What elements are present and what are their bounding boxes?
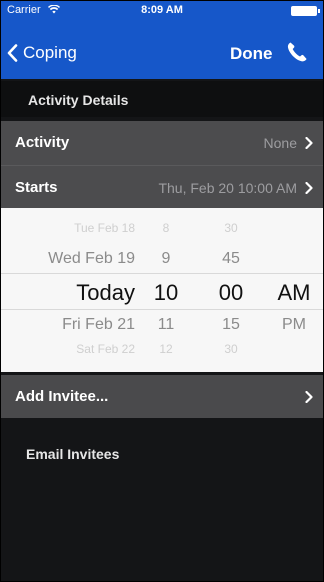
add-invitee-label: Add Invitee... [15, 388, 109, 405]
starts-label: Starts [15, 179, 58, 196]
done-button[interactable]: Done [230, 44, 273, 64]
email-invitees-title: Email Invitees [26, 446, 120, 462]
app-screen: Carrier 8:09 AM Coping Done Activity Det… [0, 0, 324, 582]
activity-label: Activity [15, 134, 70, 151]
picker-minute[interactable]: 30 [211, 342, 251, 356]
picker-minute[interactable]: 30 [211, 221, 251, 235]
picker-hour[interactable]: 11 [146, 316, 186, 334]
picker-minute[interactable]: 00 [211, 280, 251, 306]
battery-icon [291, 6, 320, 16]
status-bar: Carrier 8:09 AM [1, 1, 323, 21]
phone-icon[interactable] [285, 40, 309, 64]
chevron-right-icon [305, 137, 313, 149]
date-time-picker[interactable]: Tue Feb 18 8 30 Wed Feb 19 9 45 Today 10… [1, 208, 323, 372]
back-button-label: Coping [23, 43, 77, 62]
picker-minute[interactable]: 15 [211, 316, 251, 334]
picker-date[interactable]: Fri Feb 21 [62, 316, 135, 334]
navigation-bar: Coping Done [1, 29, 323, 73]
picker-hour[interactable]: 12 [146, 342, 186, 356]
section-header-activity-details: Activity Details [1, 81, 323, 117]
chevron-right-icon [305, 391, 313, 403]
chevron-left-icon [7, 44, 18, 62]
starts-row[interactable]: Starts Thu, Feb 20 10:00 AM [1, 165, 323, 209]
picker-hour[interactable]: 9 [146, 250, 186, 268]
starts-value: Thu, Feb 20 10:00 AM [158, 180, 297, 196]
picker-date[interactable]: Wed Feb 19 [48, 250, 135, 268]
picker-selection-line-bottom [1, 309, 323, 310]
picker-date[interactable]: Today [76, 280, 135, 306]
picker-hour[interactable]: 10 [146, 280, 186, 306]
status-time: 8:09 AM [141, 4, 183, 16]
add-invitee-row[interactable]: Add Invitee... [1, 375, 323, 418]
section-title: Activity Details [28, 92, 129, 108]
picker-minute[interactable]: 45 [211, 250, 251, 268]
activity-row[interactable]: Activity None [1, 121, 323, 165]
back-button[interactable]: Coping [7, 43, 77, 63]
picker-ampm[interactable]: PM [274, 316, 314, 334]
picker-hour[interactable]: 8 [146, 221, 186, 235]
activity-value: None [263, 135, 297, 151]
picker-date[interactable]: Tue Feb 18 [74, 221, 135, 235]
picker-date[interactable]: Sat Feb 22 [76, 342, 135, 356]
email-invitees-section: Email Invitees [1, 419, 323, 581]
top-bar: Carrier 8:09 AM Coping Done [1, 1, 323, 79]
picker-ampm[interactable]: AM [274, 280, 314, 306]
picker-selection-line-top [1, 273, 323, 274]
chevron-right-icon [305, 182, 313, 194]
